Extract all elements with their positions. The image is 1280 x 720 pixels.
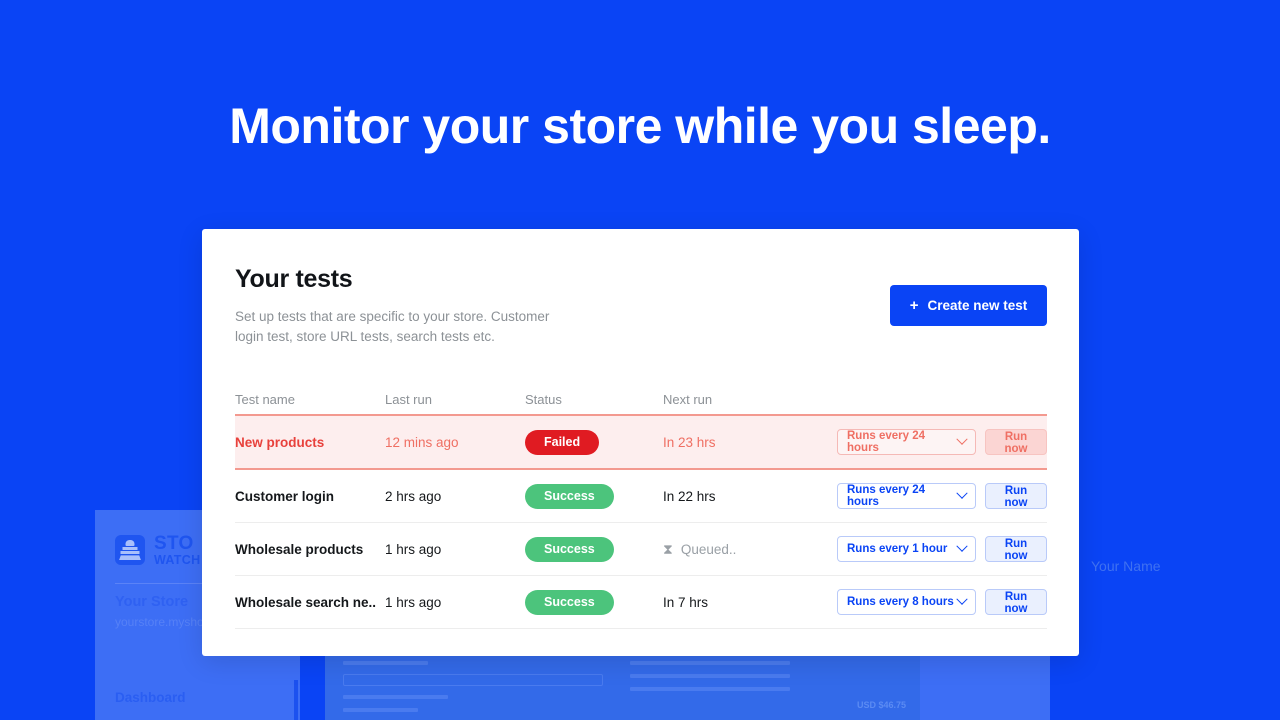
schedule-dropdown[interactable]: Runs every 24 hours <box>837 483 976 509</box>
schedule-dropdown[interactable]: Runs every 8 hours <box>837 589 976 615</box>
cell-actions: Runs every 1 hour Run now <box>820 536 1047 562</box>
run-now-button[interactable]: Run now <box>985 536 1047 562</box>
create-new-test-label: Create new test <box>927 298 1028 313</box>
store-url: yourstore.mysho <box>115 615 204 629</box>
checkout-left-column <box>343 648 603 720</box>
user-name-label: Your Name <box>1091 558 1161 574</box>
table-row: Customer login 2 hrs ago Success In 22 hrs R… <box>235 470 1047 523</box>
column-header-last-run: Last run <box>385 391 432 407</box>
schedule-dropdown-label: Runs every 1 hour <box>847 543 948 555</box>
schedule-dropdown[interactable]: Runs every 1 hour <box>837 536 976 562</box>
schedule-dropdown[interactable]: Runs every 24 hours <box>837 429 976 455</box>
cell-last-run: 2 hrs ago <box>385 488 442 504</box>
your-tests-card: Your tests Set up tests that are specifi… <box>202 229 1079 656</box>
column-header-status: Status <box>525 391 562 407</box>
cell-last-run: 1 hrs ago <box>385 594 442 610</box>
cell-test-name: Customer login <box>235 488 335 504</box>
plus-icon: + <box>909 297 919 314</box>
logo-line-1: STO <box>154 533 194 554</box>
table-header-row: Test name Last run Status Next run <box>235 384 1047 416</box>
run-now-button[interactable]: Run now <box>985 429 1047 455</box>
chevron-down-icon <box>956 433 968 445</box>
cell-status: Success <box>525 483 663 509</box>
table-body: New products 12 mins ago Failed In 23 hrs Ru… <box>235 416 1047 629</box>
cell-status: Failed <box>525 429 663 455</box>
page-headline: Monitor your store while you sleep. <box>229 98 1051 154</box>
column-header-next-run: Next run <box>663 391 713 407</box>
cell-test-name: New products <box>235 434 325 450</box>
next-run-text: Queued.. <box>680 541 737 557</box>
hourglass-icon: ⧗ <box>663 541 673 557</box>
status-badge: Success <box>525 483 614 509</box>
next-run-text: In 22 hrs <box>663 488 716 504</box>
chevron-down-icon <box>956 593 968 605</box>
chevron-down-icon <box>956 487 968 499</box>
table-row: Wholesale search ne.. 1 hrs ago Success In … <box>235 576 1047 629</box>
cell-test-name: Wholesale search ne.. <box>235 594 377 610</box>
checkout-total: USD $46.75 <box>856 700 906 710</box>
sidebar-item-dashboard[interactable]: Dashboard <box>115 690 186 705</box>
page-title: Your tests <box>235 265 353 293</box>
column-header-test-name: Test name <box>235 391 295 407</box>
chevron-down-icon <box>956 540 968 552</box>
cell-status: Success <box>525 536 663 562</box>
next-run-text: In 7 hrs <box>663 594 709 610</box>
cell-next-run: In 7 hrs <box>663 595 820 610</box>
run-now-button[interactable]: Run now <box>985 483 1047 509</box>
cell-next-run: ⧗ Queued.. <box>663 542 820 557</box>
sidebar-active-indicator <box>294 680 298 720</box>
app-logo: STO WATCH <box>115 533 201 567</box>
create-new-test-button[interactable]: + Create new test <box>890 285 1047 326</box>
cell-next-run: In 22 hrs <box>663 489 820 504</box>
status-badge: Success <box>525 589 614 615</box>
cell-test-name: Wholesale products <box>235 541 364 557</box>
table-row: Wholesale products 1 hrs ago Success ⧗ Queue… <box>235 523 1047 576</box>
status-badge: Success <box>525 536 614 562</box>
schedule-dropdown-label: Runs every 8 hours <box>847 596 954 608</box>
cell-next-run: In 23 hrs <box>663 435 820 450</box>
schedule-dropdown-label: Runs every 24 hours <box>847 430 925 454</box>
cell-status: Success <box>525 589 663 615</box>
card-subtitle: Set up tests that are specific to your s… <box>235 309 550 344</box>
lighthouse-icon <box>115 535 145 566</box>
tests-table: Test name Last run Status Next run New p… <box>235 384 1047 629</box>
status-badge: Failed <box>525 429 600 455</box>
run-now-button[interactable]: Run now <box>985 589 1047 615</box>
cell-actions: Runs every 8 hours Run now <box>820 589 1047 615</box>
schedule-dropdown-label: Runs every 24 hours <box>847 484 925 508</box>
cell-actions: Runs every 24 hours Run now <box>820 483 1047 509</box>
cell-actions: Runs every 24 hours Run now <box>820 429 1047 455</box>
logo-line-2: WATCH <box>154 552 201 567</box>
store-name: Your Store <box>115 594 189 610</box>
next-run-text: In 23 hrs <box>663 434 716 450</box>
cell-last-run: 1 hrs ago <box>385 541 442 557</box>
table-row: New products 12 mins ago Failed In 23 hrs Ru… <box>235 416 1047 470</box>
cell-last-run: 12 mins ago <box>385 434 459 450</box>
